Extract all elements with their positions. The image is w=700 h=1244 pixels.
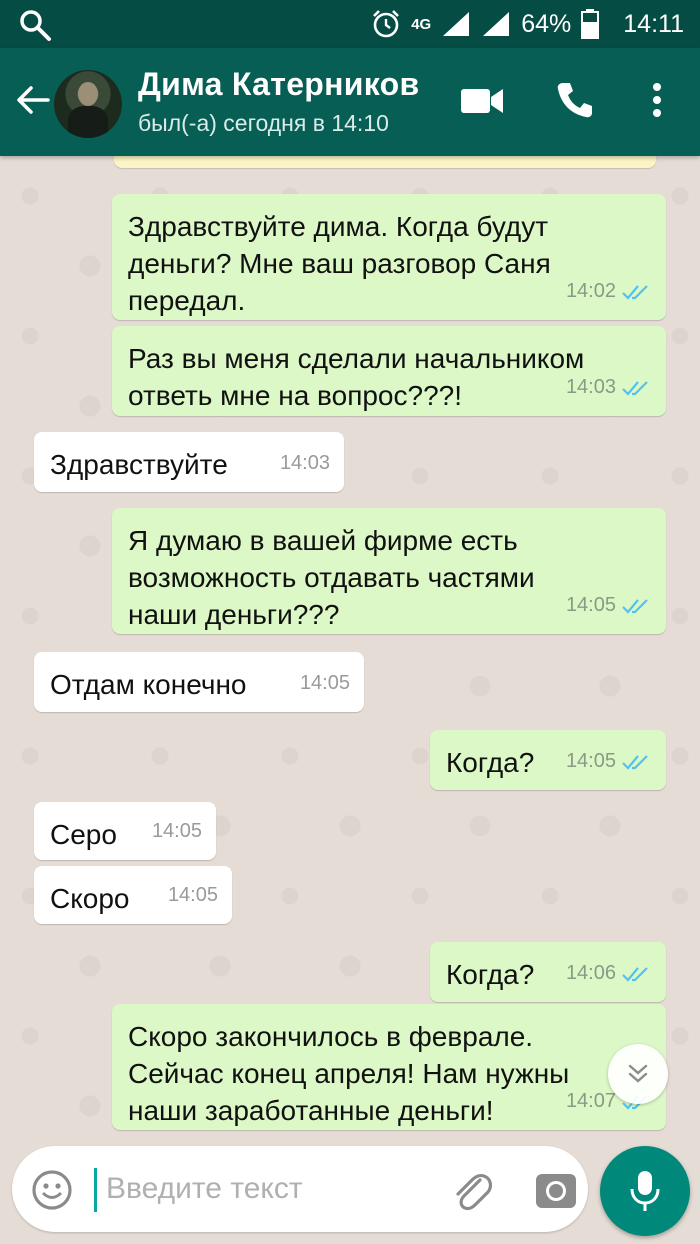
message-time: 14:06	[565, 962, 616, 984]
message-text: Скоро закончилось в феврале.	[128, 1021, 534, 1052]
message-time: 14:05	[167, 884, 218, 906]
message-outgoing[interactable]: Когда? 14:05	[430, 730, 666, 790]
message-time: 14:05	[565, 750, 616, 772]
search-icon[interactable]	[18, 8, 52, 42]
message-outgoing[interactable]: Скоро закончилось в феврале. Сейчас коне…	[112, 1004, 666, 1130]
video-call-icon[interactable]	[460, 86, 504, 116]
scroll-to-bottom-button[interactable]	[608, 1044, 668, 1104]
chat-header: Дима Катерников был(-а) сегодня в 14:10	[0, 48, 700, 156]
back-arrow-icon[interactable]	[12, 80, 52, 120]
message-incoming[interactable]: Здравствуйте 14:03	[34, 432, 344, 492]
double-check-icon	[622, 754, 648, 770]
double-check-icon	[622, 966, 648, 982]
alarm-icon	[373, 10, 400, 38]
message-time: 14:05	[151, 820, 202, 842]
camera-icon[interactable]	[534, 1168, 578, 1212]
emoji-icon[interactable]	[30, 1168, 74, 1212]
more-vert-icon[interactable]	[644, 80, 670, 120]
signal-icon	[443, 12, 470, 36]
message-outgoing[interactable]: Я думаю в вашей фирме есть возможность о…	[112, 508, 666, 634]
contact-name[interactable]: Дима Катерников	[138, 66, 419, 103]
message-time: 14:05	[565, 594, 616, 616]
message-outgoing[interactable]: Раз вы меня сделали начальником ответь м…	[112, 326, 666, 416]
attach-icon[interactable]	[450, 1166, 494, 1214]
message-time: 14:07	[565, 1090, 616, 1112]
message-composer	[12, 1146, 588, 1232]
avatar[interactable]	[54, 70, 122, 138]
network-type: 4G	[411, 15, 432, 33]
text-cursor	[94, 1168, 97, 1212]
double-check-icon	[622, 598, 648, 614]
chat-area[interactable]: Здравствуйте дима. Когда будут деньги? М…	[0, 156, 700, 1140]
message-incoming[interactable]: Отдам конечно 14:05	[34, 652, 364, 712]
message-time: 14:03	[279, 452, 330, 474]
message-time: 14:05	[299, 672, 350, 694]
message-input[interactable]	[106, 1160, 436, 1218]
battery-icon	[581, 9, 600, 39]
signal-icon	[483, 12, 510, 36]
message-outgoing[interactable]: Когда? 14:06	[430, 942, 666, 1002]
chevron-down-icon	[628, 1064, 648, 1083]
message-time: 14:03	[565, 376, 616, 398]
battery-percent: 64%	[521, 9, 572, 38]
message-text: Здравствуйте дима. Когда будут	[128, 211, 549, 242]
message-time: 14:02	[565, 280, 616, 302]
status-indicators: 4G 64% 14:11	[371, 0, 684, 48]
clock: 14:11	[623, 9, 684, 38]
status-bar: 4G 64% 14:11	[0, 0, 700, 48]
previous-message	[114, 156, 656, 168]
message-incoming[interactable]: Скоро 14:05	[34, 866, 232, 924]
double-check-icon	[622, 380, 648, 396]
message-text: Я думаю в вашей фирме есть	[128, 525, 518, 556]
double-check-icon	[622, 284, 648, 300]
mic-button[interactable]	[600, 1146, 690, 1236]
message-incoming[interactable]: Серо 14:05	[34, 802, 216, 860]
message-outgoing[interactable]: Здравствуйте дима. Когда будут деньги? М…	[112, 194, 666, 320]
last-seen: был(-а) сегодня в 14:10	[138, 110, 389, 136]
mic-icon	[630, 1171, 660, 1211]
phone-icon[interactable]	[555, 80, 595, 120]
